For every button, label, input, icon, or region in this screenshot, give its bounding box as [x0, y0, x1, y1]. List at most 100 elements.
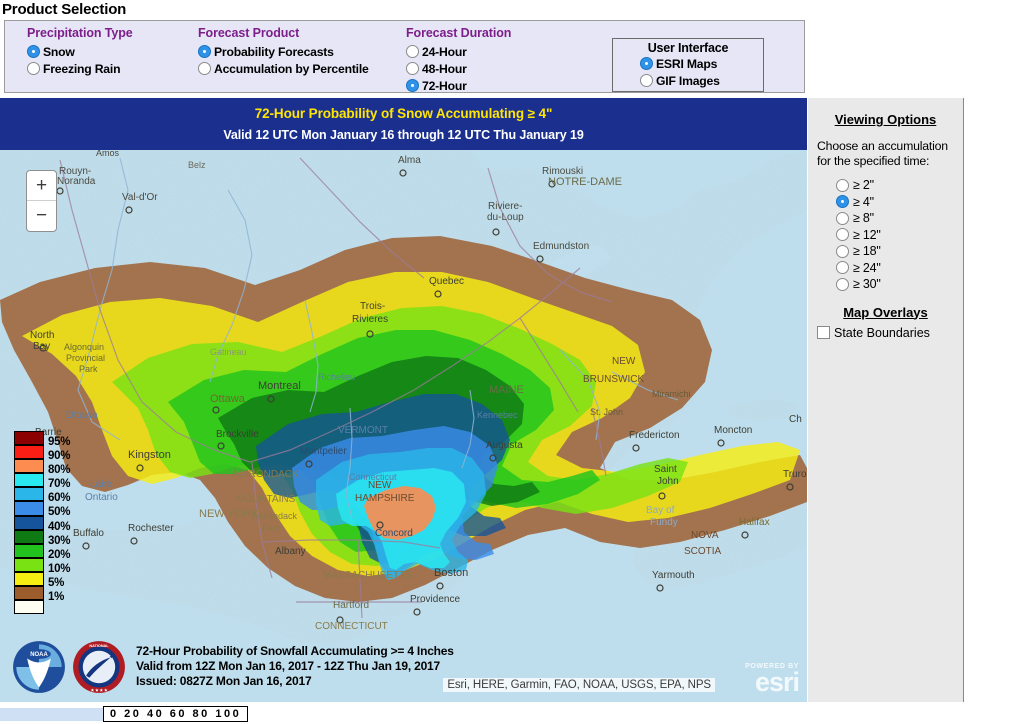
map-place-label: NOTRE-DAME: [548, 176, 622, 188]
accumulation-radio-option[interactable]: ≥ 4": [836, 194, 963, 211]
map-container[interactable]: 72-Hour Probability of Snow Accumulating…: [0, 98, 807, 702]
svg-text:NOAA: NOAA: [30, 652, 48, 658]
radio-snow-icon[interactable]: [27, 45, 40, 58]
radio-48-hour-icon[interactable]: [406, 62, 419, 75]
legend-label: 95%: [48, 436, 71, 448]
radio-option-24-hour[interactable]: 24-Hour: [406, 43, 511, 60]
accumulation-radio-icon[interactable]: [836, 178, 849, 192]
legend-entry: 50%: [14, 501, 70, 518]
legend-label: 70%: [48, 478, 71, 491]
legend-label: 5%: [48, 576, 65, 589]
accumulation-radio-icon[interactable]: [836, 211, 849, 225]
branding-line-2: Valid from 12Z Mon Jan 16, 2017 - 12Z Th…: [136, 659, 440, 673]
legend-entry: 40%: [14, 515, 70, 533]
map-place-label: Park: [262, 523, 281, 533]
map-place-label: Kennebec: [477, 410, 518, 420]
branding-line-1: 72-Hour Probability of Snowfall Accumula…: [136, 644, 454, 658]
map-place-label: Kingston: [128, 449, 171, 461]
map-zoom-control[interactable]: + −: [26, 170, 57, 232]
accumulation-radio-group[interactable]: ≥ 2" ≥ 4" ≥ 8" ≥ 12" ≥ 18" ≥ 24" ≥ 30": [808, 169, 963, 293]
radio-option-accumulation-by-percentile[interactable]: Accumulation by Percentile: [198, 60, 369, 77]
radio-24-hour-icon[interactable]: [406, 45, 419, 58]
accumulation-radio-option[interactable]: ≥ 30": [836, 276, 963, 293]
legend-entry: 80%: [14, 459, 70, 476]
legend-label: 80%: [48, 464, 71, 477]
map-place-label: St. John: [590, 407, 623, 417]
legend-entry: 30%: [14, 529, 70, 547]
legend-label: 50%: [48, 506, 71, 519]
map-place-label: Bay: [33, 341, 50, 352]
accumulation-radio-icon[interactable]: [836, 228, 849, 242]
accumulation-radio-option[interactable]: ≥ 8": [836, 210, 963, 227]
zoom-out-button[interactable]: −: [27, 201, 56, 231]
accumulation-radio-label: ≥ 12": [853, 227, 881, 242]
legend-swatch: [14, 487, 44, 502]
legend-swatch: [14, 529, 44, 544]
legend-label: 20%: [48, 548, 71, 561]
accumulation-radio-option[interactable]: ≥ 2": [836, 177, 963, 194]
legend-label: 10%: [48, 562, 71, 575]
map-place-label: Albany: [275, 546, 306, 557]
radio-option-72-hour[interactable]: 72-Hour: [406, 77, 511, 94]
legend-swatch: [14, 515, 44, 530]
group-precipitation-type: Precipitation Type Snow Freezing Rain: [27, 26, 133, 77]
map-place-label: Rochester: [128, 523, 174, 534]
accumulation-radio-option[interactable]: ≥ 12": [836, 227, 963, 244]
map-place-label: Provincial: [66, 353, 105, 363]
map-place-label: Moncton: [714, 425, 752, 436]
accumulation-radio-option[interactable]: ≥ 18": [836, 243, 963, 260]
group-forecast-product: Forecast Product Probability Forecasts A…: [198, 26, 369, 77]
legend-swatch: [14, 600, 44, 615]
map-place-label: John: [657, 476, 679, 487]
accumulation-instruction: Choose an accumulation for the specified…: [817, 139, 948, 168]
svg-text:★ ★ ★ ★: ★ ★ ★ ★: [91, 687, 108, 692]
legend-label: 1%: [48, 591, 65, 604]
map-place-label: Buffalo: [73, 528, 104, 539]
accumulation-radio-icon[interactable]: [836, 244, 849, 258]
map-place-label: Montpelier: [300, 446, 347, 457]
radio-label-accumulation-by-percentile: Accumulation by Percentile: [214, 61, 369, 76]
accumulation-radio-option[interactable]: ≥ 24": [836, 260, 963, 277]
group-title-precipitation-type: Precipitation Type: [27, 26, 133, 40]
legend-entry: [14, 600, 44, 615]
radio-option-esri-maps[interactable]: ESRI Maps: [640, 55, 763, 72]
accumulation-radio-icon[interactable]: [836, 277, 849, 291]
map-place-label: Park: [79, 364, 98, 374]
radio-freezing-rain-icon[interactable]: [27, 62, 40, 75]
radio-gif-images-icon[interactable]: [640, 74, 653, 87]
user-interface-title: User Interface: [647, 41, 729, 55]
radio-option-snow[interactable]: Snow: [27, 43, 133, 60]
noaa-logo-icon: NOAA: [13, 641, 65, 693]
legend-label: 40%: [48, 520, 71, 533]
radio-label-48-hour: 48-Hour: [422, 61, 467, 76]
product-selection-panel: Precipitation Type Snow Freezing Rain Fo…: [4, 20, 805, 93]
radio-option-gif-images[interactable]: GIF Images: [640, 72, 763, 89]
radio-option-probability-forecasts[interactable]: Probability Forecasts: [198, 43, 369, 60]
map-canvas[interactable]: Rouyn- Noranda Val-d'Or Amos Alma Belz Rimousk…: [0, 150, 807, 702]
group-title-forecast-duration: Forecast Duration: [406, 26, 512, 40]
radio-72-hour-icon[interactable]: [406, 79, 419, 92]
map-attribution: Esri, HERE, Garmin, FAO, NOAA, USGS, EPA…: [443, 678, 715, 692]
map-place-label: Trois-: [360, 301, 385, 312]
state-boundaries-checkbox-icon[interactable]: [817, 326, 830, 339]
map-place-label: Hartford: [333, 600, 369, 611]
viewing-options-title: Viewing Options: [834, 112, 937, 127]
radio-option-48-hour[interactable]: 48-Hour: [406, 60, 511, 77]
accumulation-radio-icon[interactable]: [836, 195, 849, 209]
checkbox-option-state-boundaries[interactable]: State Boundaries: [808, 320, 963, 340]
radio-label-freezing-rain: Freezing Rain: [43, 61, 121, 76]
nws-logo-icon: NATIONAL ★ ★ ★ ★: [73, 641, 125, 693]
radio-probability-forecasts-icon[interactable]: [198, 45, 211, 58]
map-place-label: Belz: [188, 160, 206, 170]
radio-option-freezing-rain[interactable]: Freezing Rain: [27, 60, 133, 77]
accumulation-radio-icon[interactable]: [836, 261, 849, 275]
radio-label-gif-images: GIF Images: [656, 73, 720, 88]
map-place-label: Augusta: [486, 440, 523, 451]
map-place-label: Halifax: [739, 517, 770, 528]
map-place-label: Richelieu: [318, 372, 355, 382]
zoom-in-button[interactable]: +: [27, 171, 56, 201]
radio-esri-maps-icon[interactable]: [640, 57, 653, 70]
radio-accumulation-by-percentile-icon[interactable]: [198, 62, 211, 75]
map-place-label: Ottawa: [66, 410, 98, 421]
map-place-label: Riviere-: [488, 201, 522, 212]
